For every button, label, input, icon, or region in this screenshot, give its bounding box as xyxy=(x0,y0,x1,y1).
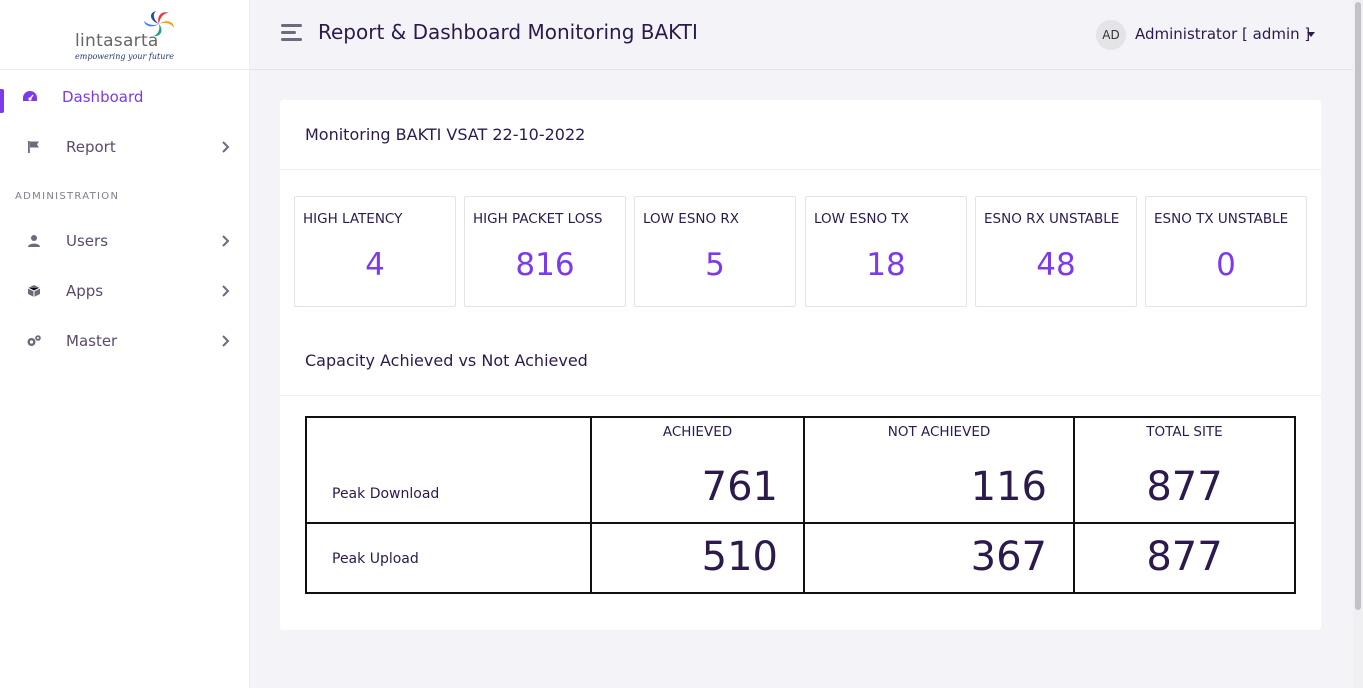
active-indicator xyxy=(0,89,4,113)
column-header: NOT ACHIEVED xyxy=(887,424,991,440)
chevron-right-icon xyxy=(222,235,230,247)
stat-label: HIGH PACKET LOSS xyxy=(473,211,603,227)
stat-label: ESNO TX UNSTABLE xyxy=(1154,211,1289,227)
metric-value: 761 xyxy=(701,464,778,510)
table-cell: 367 xyxy=(803,522,1075,594)
brand-tagline: empowering your future xyxy=(75,52,174,61)
stat-label: ESNO RX UNSTABLE xyxy=(984,211,1120,227)
stat-value: 18 xyxy=(866,247,906,283)
sidebar-item-label: Report xyxy=(66,138,116,156)
brand-name: lintasarta xyxy=(75,31,159,51)
chevron-right-icon xyxy=(222,285,230,297)
table-cell: Peak Download xyxy=(305,416,592,524)
metric-value: 877 xyxy=(1146,464,1223,510)
metric-value: 116 xyxy=(970,464,1047,510)
scrollbar-thumb[interactable] xyxy=(1355,2,1361,610)
divider xyxy=(280,395,1321,396)
page-title: Report & Dashboard Monitoring BAKTI xyxy=(318,20,698,44)
monitoring-title: Monitoring BAKTI VSAT 22-10-2022 xyxy=(305,125,586,144)
metric-value: 510 xyxy=(701,534,778,580)
row-label: Peak Download xyxy=(332,486,440,502)
stat-card-esno-rx-unstable: ESNO RX UNSTABLE 48 xyxy=(975,196,1137,307)
stat-card-low-esno-rx: LOW ESNO RX 5 xyxy=(634,196,796,307)
stat-card-high-latency: HIGH LATENCY 4 xyxy=(294,196,456,307)
stat-value: 4 xyxy=(365,247,385,283)
table-row: Peak Upload 510 367 877 xyxy=(305,522,1296,594)
sidebar-item-report[interactable]: Report xyxy=(0,127,249,167)
sidebar-item-dashboard[interactable]: Dashboard xyxy=(0,77,249,117)
stat-label: LOW ESNO TX xyxy=(814,211,909,227)
top-header: Report & Dashboard Monitoring BAKTI AD A… xyxy=(250,0,1353,70)
sidebar-item-label: Users xyxy=(66,232,109,250)
stat-value: 48 xyxy=(1036,247,1076,283)
sidebar-item-master[interactable]: Master xyxy=(0,321,249,361)
stat-value: 0 xyxy=(1216,247,1236,283)
table-cell: Peak Upload xyxy=(305,522,592,594)
dashboard-gauge-icon xyxy=(22,89,38,105)
stat-card-high-packet-loss: HIGH PACKET LOSS 816 xyxy=(464,196,626,307)
table-cell: TOTAL SITE 877 xyxy=(1073,416,1296,524)
logo[interactable]: lintasarta empowering your future xyxy=(0,0,249,70)
sidebar-item-users[interactable]: Users xyxy=(0,221,249,261)
sidebar-item-apps[interactable]: Apps xyxy=(0,271,249,311)
stat-label: LOW ESNO RX xyxy=(643,211,740,227)
user-menu-label[interactable]: Administrator [ admin ] xyxy=(1135,25,1310,43)
row-label: Peak Upload xyxy=(332,551,419,567)
stat-label: HIGH LATENCY xyxy=(303,211,403,227)
table-cell: 510 xyxy=(590,522,805,594)
capacity-title: Capacity Achieved vs Not Achieved xyxy=(305,351,588,370)
menu-toggle-icon[interactable] xyxy=(281,23,303,43)
flag-icon xyxy=(26,139,42,155)
chevron-right-icon xyxy=(222,335,230,347)
monitoring-card: Monitoring BAKTI VSAT 22-10-2022 HIGH LA… xyxy=(280,100,1321,630)
caret-down-icon[interactable] xyxy=(1307,32,1315,37)
avatar[interactable]: AD xyxy=(1096,20,1126,50)
stat-card-esno-tx-unstable: ESNO TX UNSTABLE 0 xyxy=(1145,196,1307,307)
capacity-table: Peak Download ACHIEVED 761 NOT ACHIEVED … xyxy=(305,416,1296,594)
cube-icon xyxy=(26,283,42,299)
stat-card-low-esno-tx: LOW ESNO TX 18 xyxy=(805,196,967,307)
sidebar-item-label: Apps xyxy=(66,282,104,300)
sidebar-item-label: Master xyxy=(66,332,118,350)
gears-icon xyxy=(26,333,42,349)
divider xyxy=(280,169,1321,170)
table-cell: ACHIEVED 761 xyxy=(590,416,805,524)
table-cell: NOT ACHIEVED 116 xyxy=(803,416,1075,524)
metric-value: 877 xyxy=(1146,534,1223,580)
stat-value: 5 xyxy=(705,247,725,283)
column-header: TOTAL SITE xyxy=(1146,424,1223,440)
sidebar-item-label: Dashboard xyxy=(62,88,144,106)
section-label-administration: ADMINISTRATION xyxy=(15,191,120,202)
sidebar: lintasarta empowering your future Dashbo… xyxy=(0,0,250,688)
table-row: Peak Download ACHIEVED 761 NOT ACHIEVED … xyxy=(305,416,1296,524)
page-scrollbar[interactable] xyxy=(1353,0,1363,688)
table-cell: 877 xyxy=(1073,522,1296,594)
user-icon xyxy=(26,233,42,249)
column-header: ACHIEVED xyxy=(662,424,733,440)
chevron-right-icon xyxy=(222,141,230,153)
metric-value: 367 xyxy=(970,534,1047,580)
stat-value: 816 xyxy=(515,247,575,283)
